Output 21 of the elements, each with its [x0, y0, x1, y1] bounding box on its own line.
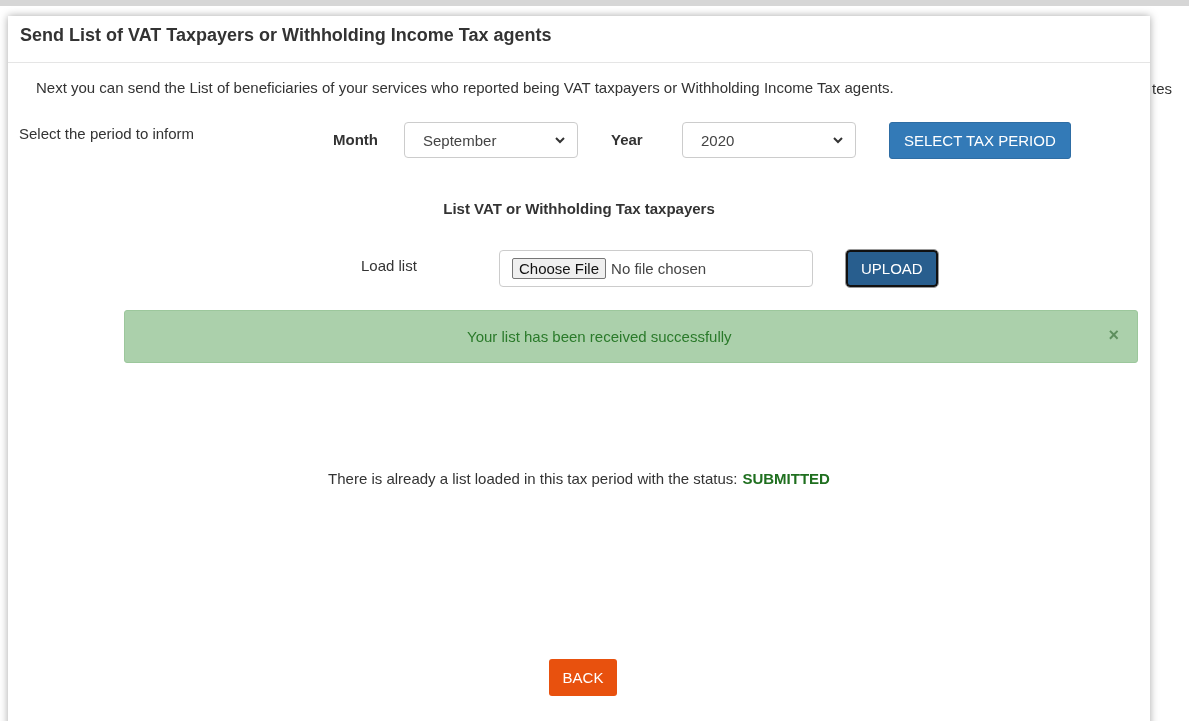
month-label: Month	[333, 130, 379, 148]
year-label: Year	[611, 130, 644, 148]
file-input[interactable]: Choose File No file chosen	[499, 250, 813, 287]
choose-file-button[interactable]: Choose File	[512, 258, 607, 279]
dialog-title: Send List of VAT Taxpayers or Withholding Income Tax agents	[8, 16, 1150, 63]
alert-message: Your list has been received successfully	[467, 328, 732, 345]
page-text: tes	[1152, 80, 1172, 97]
upload-button[interactable]: UPLOAD	[846, 250, 938, 287]
status-text: There is already a list loaded in this tax period with the status:	[328, 470, 738, 487]
chevron-icon	[555, 136, 565, 144]
chevron-icon	[833, 136, 843, 144]
select-period-button[interactable]: SELECT TAX PERIOD	[889, 122, 1071, 159]
month-select[interactable]: September	[404, 122, 578, 158]
period-label: Select the period to inform	[19, 124, 196, 142]
load-list-label: Load list	[361, 257, 418, 274]
status-value: SUBMITTED	[742, 470, 830, 487]
list-heading: List VAT or Withholding Tax taxpayers	[442, 200, 716, 217]
intro-text: Next you can send the List of beneficiaries of your services who reported being VAT taxpayers or Withholding Income Tax agents.	[36, 79, 895, 96]
file-status: No file chosen	[611, 260, 707, 277]
year-select[interactable]: 2020	[682, 122, 856, 158]
back-button[interactable]: BACK	[548, 659, 618, 696]
